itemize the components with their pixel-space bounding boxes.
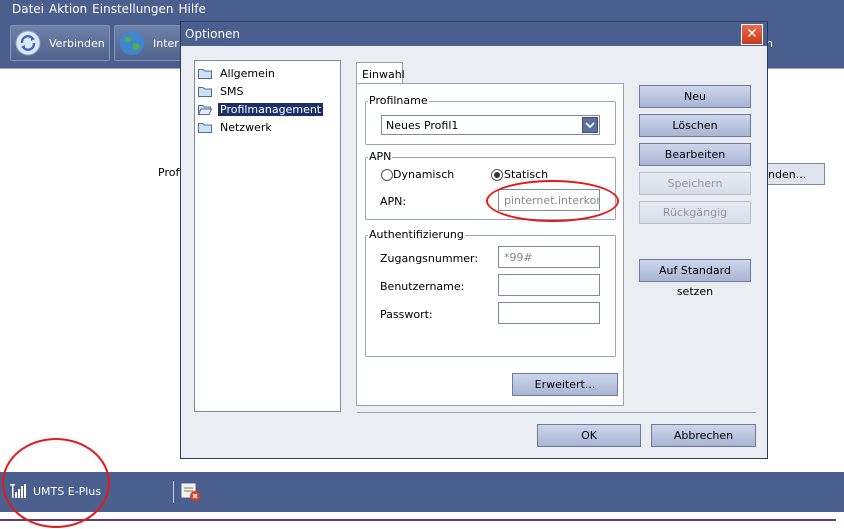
menu-hilfe[interactable]: Hilfe [179,2,211,16]
options-dialog: Optionen ✕ Allgemein SMS Profilmanagemen… [180,21,768,459]
connect-button[interactable]: Verbinden [10,25,110,61]
refresh-icon [15,30,41,56]
delete-button[interactable]: Löschen [639,114,751,137]
tree-label: Netzwerk [220,120,272,134]
group-title: Profilname [368,94,429,107]
password-label: Passwort: [380,308,433,321]
dialnumber-field[interactable]: *99# [498,246,600,268]
tree-label: SMS [220,84,244,98]
bg-connect-button[interactable]: nden... [765,163,825,185]
radio-dynamic-label: Dynamisch [393,168,455,181]
new-button[interactable]: Neu [639,85,751,108]
username-field[interactable] [498,274,600,296]
tree-item-sms[interactable]: SMS [198,83,245,99]
internet-button[interactable]: Inter [114,25,184,61]
folder-open-icon [198,104,212,115]
status-bar: UMTS E-Plus [0,472,844,512]
dialog-title: Optionen [185,27,241,41]
dialnumber-label: Zugangsnummer: [380,252,479,265]
tab-einwahl[interactable]: Einwahl [356,62,405,84]
apn-field[interactable]: pinternet.interkom. [498,189,600,211]
globe-icon [119,30,145,56]
internet-label: Inter [153,36,179,50]
menu-datei[interactable]: Datei [0,2,49,16]
radio-static[interactable] [491,169,503,181]
reset-defaults-button[interactable]: Auf Standard setzen [639,259,751,298]
profile-select[interactable]: Neues Profil1 [381,115,600,135]
password-field[interactable] [498,302,600,324]
tree-label: Profilmanagement [218,102,324,116]
username-label: Benutzername: [380,280,465,293]
folder-icon [198,122,212,133]
signal-strength-icon [10,484,28,498]
apn-label: APN: [380,195,407,208]
options-tree: Allgemein SMS Profilmanagement Netzwerk [194,60,341,412]
auth-group: Authentifizierung Zugangsnummer: *99# Be… [365,228,616,357]
tree-item-allgemein[interactable]: Allgemein [198,65,277,81]
connect-label: Verbinden [49,36,105,50]
cancel-button[interactable]: Abbrechen [651,424,756,447]
tab-panel: Profilname Neues Profil1 APN Dynamisch S… [356,83,624,406]
status-divider [173,481,174,503]
radio-static-label: Statisch [504,168,549,181]
profile-select-value: Neues Profil1 [386,119,459,132]
ok-button[interactable]: OK [537,424,641,447]
profile-group: Profilname Neues Profil1 [365,94,616,145]
bottom-line [0,519,836,521]
menu-einstellungen[interactable]: Einstellungen [92,2,178,16]
dialog-separator [357,412,756,413]
message-error-icon[interactable] [180,482,202,502]
edit-button[interactable]: Bearbeiten [639,143,751,166]
network-name: UMTS E-Plus [33,485,102,498]
chevron-down-icon[interactable] [582,117,598,133]
radio-dynamic[interactable] [381,169,393,181]
advanced-button[interactable]: Erweitert... [512,373,618,396]
apn-group: APN Dynamisch Statisch APN: pinternet.in… [365,150,616,220]
menu-aktion[interactable]: Aktion [49,2,92,16]
dialog-titlebar[interactable]: Optionen [181,22,767,46]
group-title: Authentifizierung [368,228,465,241]
menu-bar: Datei Aktion Einstellungen Hilfe [0,0,844,18]
tree-item-netzwerk[interactable]: Netzwerk [198,119,274,135]
close-icon: ✕ [746,26,758,42]
tree-item-profilmanagement[interactable]: Profilmanagement [198,101,324,117]
close-button[interactable]: ✕ [741,24,763,45]
group-title: APN [368,150,393,163]
save-button[interactable]: Speichern [639,172,751,195]
undo-button[interactable]: Rückgängig [639,201,751,224]
folder-icon [198,68,212,79]
folder-icon [198,86,212,97]
tree-label: Allgemein [220,66,275,80]
